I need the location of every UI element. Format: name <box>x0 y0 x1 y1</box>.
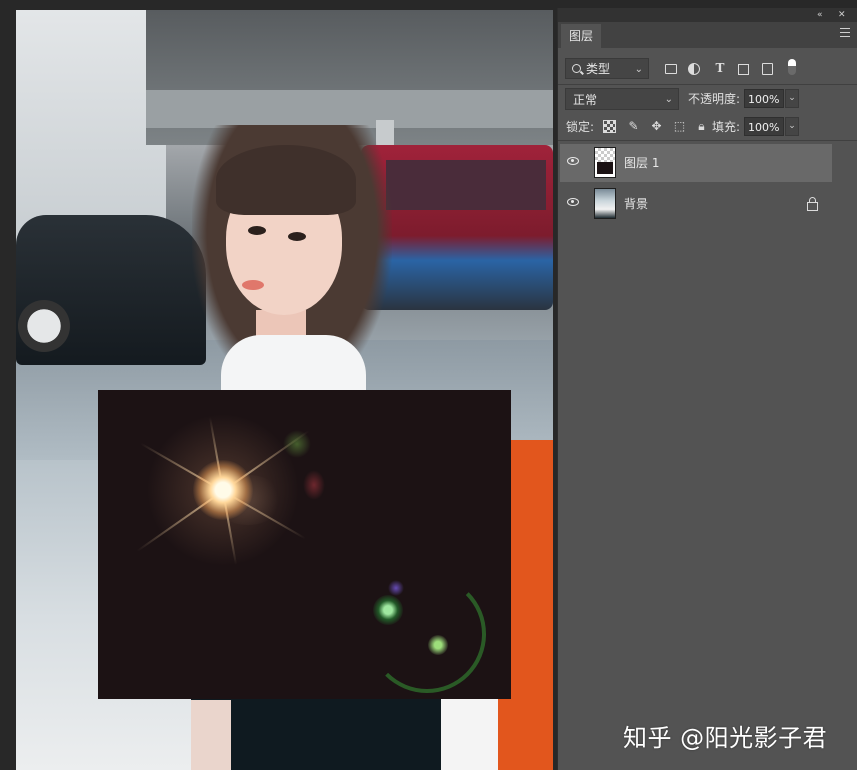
flare-green-spot <box>373 595 403 625</box>
flare-core <box>193 460 253 520</box>
photo-bangs <box>216 145 356 215</box>
blend-mode-value: 正常 <box>573 93 598 107</box>
layer-name: 背景 <box>624 197 649 211</box>
photo-car-wheel <box>18 300 70 352</box>
opacity-dropdown-button[interactable]: ⌄ <box>785 89 799 108</box>
flare-green-ghost <box>283 430 311 458</box>
divider <box>558 140 857 141</box>
fill-input[interactable]: 100% <box>744 117 784 136</box>
lock-row: 锁定: ✎ ✥ ⬚ 🔒︎ 填充: 100% ⌄ <box>558 116 857 140</box>
fill-label: 填充: <box>712 120 741 134</box>
divider <box>558 84 857 85</box>
photo-overpass <box>146 90 553 128</box>
lock-image-pixels-icon[interactable]: ✎ <box>627 120 640 133</box>
visibility-eye-icon[interactable] <box>567 157 579 165</box>
close-panel-icon[interactable]: ✕ <box>838 9 846 21</box>
shape-layer-filter-icon[interactable] <box>738 64 749 75</box>
flare-green-ring <box>368 575 486 693</box>
lock-all-icon[interactable]: 🔒︎ <box>695 120 708 133</box>
blend-mode-select[interactable]: 正常 ⌄ <box>565 88 679 110</box>
layer-thumbnail <box>594 147 616 178</box>
filter-toggle-icon[interactable] <box>788 59 796 75</box>
flare-green-dot <box>428 635 448 655</box>
photo-eye-right <box>288 232 306 241</box>
blend-row: 正常 ⌄ 不透明度: 100% ⌄ <box>558 88 857 112</box>
layer-row-layer-1[interactable]: 图层 1 <box>560 144 832 182</box>
photo-eye-left <box>248 226 266 235</box>
layer-thumbnail <box>594 188 616 219</box>
watermark-text: 知乎 @阳光影子君 <box>623 724 828 752</box>
pixel-layer-filter-icon[interactable] <box>665 64 677 74</box>
collapse-panel-icon[interactable]: « <box>817 9 823 21</box>
chevron-down-icon: ⌄ <box>634 64 643 75</box>
visibility-eye-icon[interactable] <box>567 198 579 206</box>
lock-transparent-pixels-icon[interactable] <box>603 120 616 133</box>
chevron-down-icon: ⌄ <box>664 94 673 105</box>
panel-menu-icon[interactable] <box>840 28 850 38</box>
lock-label: 锁定: <box>566 120 595 134</box>
lens-flare-layer[interactable] <box>98 390 511 699</box>
layer-lock-icon[interactable] <box>807 197 818 211</box>
tab-layers[interactable]: 图层 <box>561 24 602 48</box>
photo-bus-window <box>386 160 546 210</box>
filter-kind-label: 类型 <box>586 62 611 76</box>
flare-violet-spot <box>388 580 404 596</box>
layers-panel: « ✕ 图层 类型 ⌄ T 正常 ⌄ 不透明度: 100% ⌄ 锁定: ✎ ✥ … <box>557 8 857 770</box>
layer-filter-row: 类型 ⌄ T <box>558 56 857 82</box>
opacity-input[interactable]: 100% <box>744 89 784 108</box>
panel-tab-bar: 图层 <box>558 22 857 48</box>
photo-building-wall <box>16 10 166 250</box>
fill-dropdown-button[interactable]: ⌄ <box>785 117 799 136</box>
document-canvas[interactable] <box>16 10 553 770</box>
adjustment-layer-filter-icon[interactable] <box>688 63 700 75</box>
panel-title-bar: « ✕ <box>558 8 857 22</box>
lock-position-icon[interactable]: ✥ <box>650 120 663 133</box>
flare-red-ghost <box>303 470 325 500</box>
lock-artboard-icon[interactable]: ⬚ <box>673 120 686 133</box>
photo-arm <box>191 700 231 770</box>
search-icon <box>572 64 581 73</box>
photo-lips <box>242 280 264 290</box>
layer-row-background[interactable]: 背景 <box>560 185 832 223</box>
filter-kind-select[interactable]: 类型 ⌄ <box>565 58 649 79</box>
layer-name: 图层 1 <box>624 156 660 170</box>
smart-object-filter-icon[interactable] <box>762 63 773 75</box>
opacity-label: 不透明度: <box>688 92 741 106</box>
type-layer-filter-icon[interactable]: T <box>713 61 727 75</box>
